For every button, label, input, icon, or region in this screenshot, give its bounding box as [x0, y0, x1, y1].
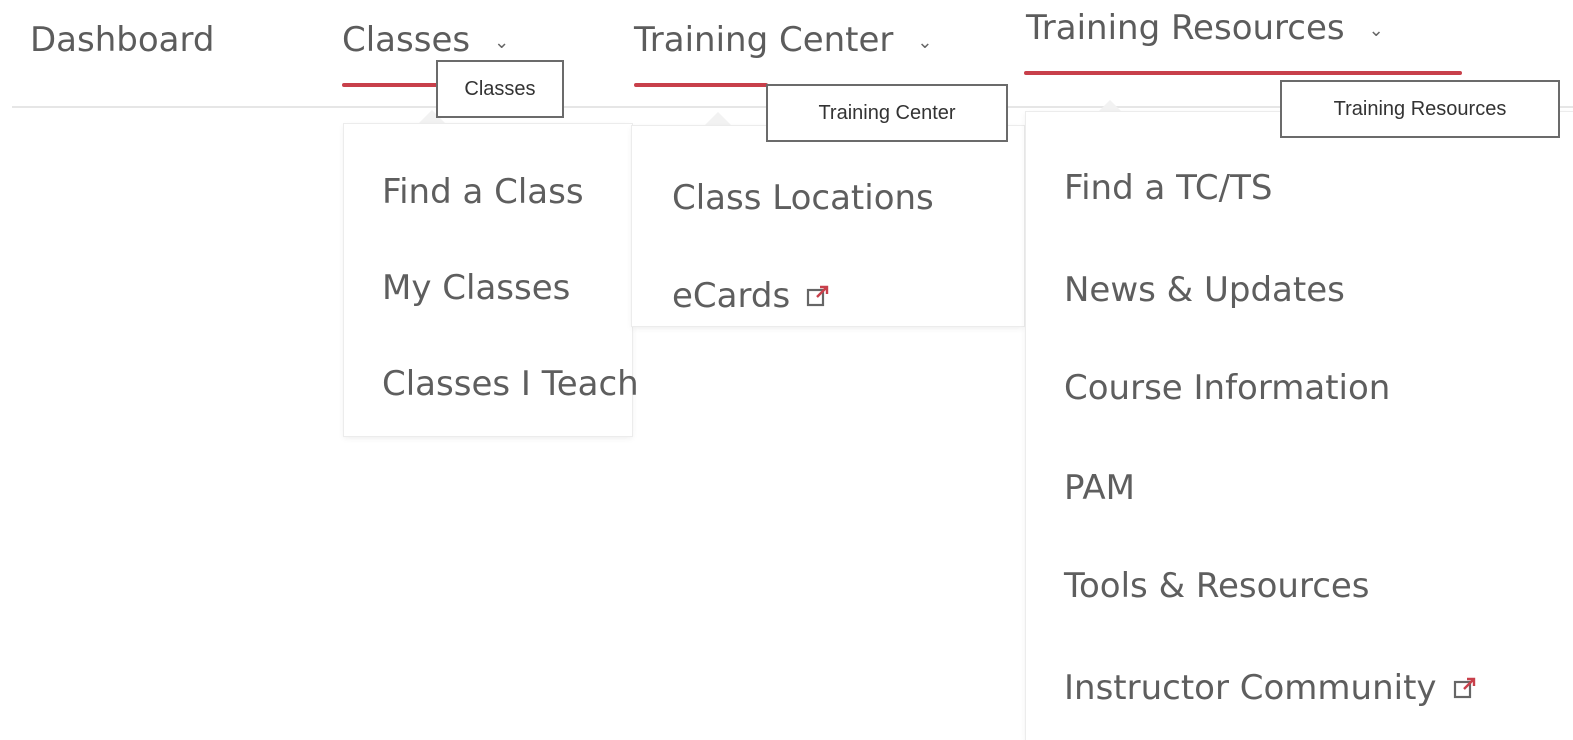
- nav-active-underline: [342, 83, 438, 87]
- nav-active-underline: [1024, 71, 1462, 75]
- menu-item-course-information[interactable]: Course Information: [1064, 368, 1390, 408]
- nav-item-training-center[interactable]: Training Center ⌄: [634, 18, 933, 62]
- external-link-icon: [1453, 677, 1475, 699]
- menu-item-find-a-class[interactable]: Find a Class: [382, 172, 584, 212]
- menu-item-my-classes[interactable]: My Classes: [382, 268, 570, 308]
- tooltip-classes: Classes: [436, 60, 564, 118]
- menu-item-news-updates[interactable]: News & Updates: [1064, 270, 1345, 310]
- chevron-down-icon: ⌄: [917, 31, 933, 53]
- nav-item-label: Classes: [342, 20, 471, 60]
- chevron-down-icon: ⌄: [494, 31, 510, 53]
- tooltip-text: Training Center: [818, 101, 956, 124]
- dropdown-caret: [704, 112, 732, 126]
- external-link-icon: [807, 285, 829, 307]
- nav-item-dashboard[interactable]: Dashboard: [30, 18, 214, 62]
- nav-active-underline: [634, 83, 768, 87]
- nav-item-classes[interactable]: Classes ⌄: [342, 18, 509, 62]
- menu-item-label: Find a TC/TS: [1064, 168, 1273, 208]
- menu-item-label: Find a Class: [382, 172, 584, 212]
- classes-dropdown-menu: Find a Class My Classes Classes I Teach: [344, 124, 639, 436]
- nav-item-label: Training Center: [634, 20, 894, 60]
- menu-item-tools-resources[interactable]: Tools & Resources: [1064, 566, 1370, 606]
- training-center-dropdown-menu: Class Locations eCards: [632, 126, 1024, 326]
- menu-item-label: My Classes: [382, 268, 571, 308]
- menu-item-ecards[interactable]: eCards: [672, 276, 830, 316]
- menu-item-classes-i-teach[interactable]: Classes I Teach: [382, 364, 639, 404]
- menu-item-label: eCards: [672, 276, 791, 316]
- menu-item-label: Class Locations: [672, 178, 934, 218]
- training-resources-dropdown-menu: Find a TC/TS News & Updates Course Infor…: [1026, 112, 1573, 740]
- menu-item-class-locations[interactable]: Class Locations: [672, 178, 934, 218]
- menu-item-pam[interactable]: PAM: [1064, 468, 1135, 508]
- tooltip-text: Classes: [464, 77, 536, 100]
- menu-item-label: Instructor Community: [1064, 668, 1437, 708]
- menu-item-label: News & Updates: [1064, 270, 1345, 310]
- nav-item-label: Dashboard: [30, 20, 215, 60]
- tooltip-text: Training Resources: [1333, 97, 1507, 120]
- menu-item-label: Tools & Resources: [1064, 566, 1370, 606]
- menu-item-instructor-community[interactable]: Instructor Community: [1064, 668, 1477, 708]
- nav-item-label: Training Resources: [1026, 8, 1345, 48]
- tooltip-training-resources: Training Resources: [1280, 80, 1560, 138]
- menu-item-label: Classes I Teach: [382, 364, 639, 404]
- tooltip-training-center: Training Center: [766, 84, 1008, 142]
- menu-item-label: Course Information: [1064, 368, 1391, 408]
- nav-item-training-resources[interactable]: Training Resources ⌄: [1026, 6, 1384, 50]
- menu-item-label: PAM: [1064, 468, 1135, 508]
- chevron-down-icon: ⌄: [1368, 19, 1384, 41]
- menu-item-find-a-tc-ts[interactable]: Find a TC/TS: [1064, 168, 1272, 208]
